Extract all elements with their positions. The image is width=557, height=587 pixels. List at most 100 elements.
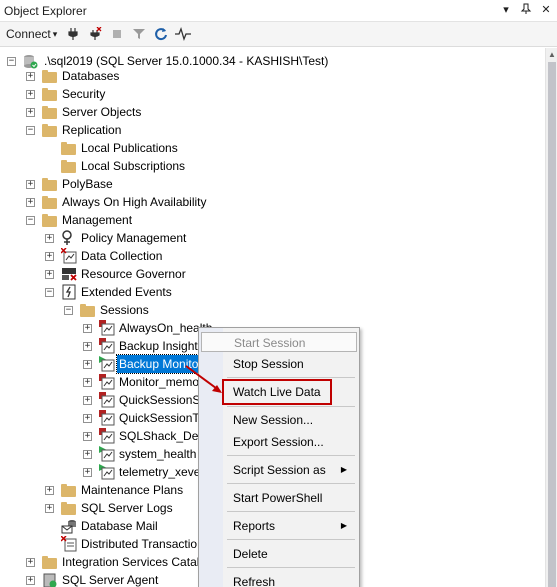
expand-toggle[interactable]: + — [45, 252, 54, 261]
tree-label: system_health — [119, 447, 197, 461]
tree-node-resource-governor[interactable]: + Resource Governor — [0, 265, 545, 283]
tree-label: Monitor_memo — [119, 375, 200, 389]
tree-node-sessions[interactable]: − Sessions — [0, 301, 545, 319]
tree-node-policy-management[interactable]: + Policy Management — [0, 229, 545, 247]
menu-item-label: Export Session... — [233, 435, 324, 449]
tree-label: SQL Server Logs — [81, 501, 173, 515]
expand-toggle[interactable]: + — [26, 180, 35, 189]
tree-label: QuickSessionT — [119, 411, 200, 425]
session-stopped-icon — [99, 428, 115, 444]
menu-item-stop-session[interactable]: Stop Session — [201, 354, 357, 374]
tree-label: Policy Management — [81, 231, 187, 245]
menu-item-reports[interactable]: Reports ▶ — [201, 516, 357, 536]
folder-icon — [42, 86, 58, 102]
menu-item-label: Start PowerShell — [233, 491, 323, 505]
refresh-icon[interactable] — [153, 26, 169, 42]
menu-item-new-session[interactable]: New Session... — [201, 410, 357, 430]
annotation-highlight-box — [222, 379, 332, 405]
expand-toggle[interactable]: + — [45, 234, 54, 243]
menu-item-start-session[interactable]: Start Session — [201, 332, 357, 352]
tree-node-always-on[interactable]: + Always On High Availability — [0, 193, 545, 211]
menu-item-script-session-as[interactable]: Script Session as ▶ — [201, 460, 357, 480]
dropdown-icon[interactable]: ▾ — [499, 3, 513, 17]
policy-icon — [61, 230, 77, 246]
panel-title: Object Explorer — [4, 3, 87, 18]
tree-node-replication[interactable]: − Replication — [0, 121, 545, 139]
session-stopped-icon — [99, 374, 115, 390]
tree-label: Integration Services Catalo — [62, 555, 207, 569]
expand-toggle[interactable]: + — [83, 414, 92, 423]
collapse-toggle[interactable]: − — [26, 126, 35, 135]
expand-toggle[interactable]: + — [26, 198, 35, 207]
menu-item-start-powershell[interactable]: Start PowerShell — [201, 488, 357, 508]
tree-node-local-subscriptions[interactable]: Local Subscriptions — [0, 157, 545, 175]
vertical-scrollbar[interactable]: ▲ — [545, 48, 557, 587]
scroll-up-icon[interactable]: ▲ — [548, 50, 556, 59]
expand-toggle[interactable]: + — [26, 576, 35, 585]
tree-node-local-publications[interactable]: Local Publications — [0, 139, 545, 157]
collapse-toggle[interactable]: − — [64, 306, 73, 315]
expand-toggle[interactable]: + — [83, 360, 92, 369]
expand-toggle[interactable]: + — [83, 468, 92, 477]
tree-node-management[interactable]: − Management — [0, 211, 545, 229]
connect-button[interactable]: Connect ▾ — [4, 25, 59, 43]
filter-icon[interactable] — [131, 26, 147, 42]
expand-toggle[interactable]: + — [83, 450, 92, 459]
expand-toggle[interactable]: + — [83, 378, 92, 387]
expand-toggle[interactable]: + — [26, 558, 35, 567]
tree-label: Databases — [62, 69, 120, 83]
object-explorer-toolbar: Connect ▾ — [0, 22, 557, 47]
folder-icon — [61, 500, 77, 516]
tree-node-security[interactable]: + Security — [0, 85, 545, 103]
folder-icon — [42, 212, 58, 228]
folder-icon — [61, 158, 77, 174]
collapse-toggle[interactable]: − — [26, 216, 35, 225]
chevron-down-icon: ▾ — [52, 28, 58, 39]
expand-toggle[interactable]: + — [45, 270, 54, 279]
menu-item-label: Reports — [233, 519, 276, 533]
menu-item-refresh[interactable]: Refresh — [201, 572, 357, 587]
menu-item-export-session[interactable]: Export Session... — [201, 432, 357, 452]
expand-toggle[interactable]: + — [45, 486, 54, 495]
folder-icon — [61, 140, 77, 156]
session-stopped-icon — [99, 320, 115, 336]
pin-icon[interactable] — [519, 3, 533, 17]
tree-label: Server Objects — [62, 105, 142, 119]
scrollbar-thumb[interactable] — [548, 62, 556, 587]
expand-toggle[interactable]: + — [83, 432, 92, 441]
tree-label: Distributed Transactio — [81, 537, 198, 551]
expand-toggle[interactable]: + — [83, 342, 92, 351]
expand-toggle[interactable]: + — [26, 108, 35, 117]
expand-toggle[interactable]: + — [83, 324, 92, 333]
folder-icon — [42, 104, 58, 120]
expand-toggle[interactable]: + — [26, 72, 35, 81]
expand-toggle[interactable]: + — [45, 504, 54, 513]
folder-icon — [80, 302, 96, 318]
collapse-toggle[interactable]: − — [45, 288, 54, 297]
stop-icon[interactable] — [109, 26, 125, 42]
menu-item-label: Refresh — [233, 575, 276, 587]
folder-icon — [42, 122, 58, 138]
activity-monitor-icon[interactable] — [175, 26, 192, 42]
expand-toggle[interactable]: + — [26, 90, 35, 99]
tree-node-extended-events[interactable]: − Extended Events — [0, 283, 545, 301]
tree-node-server-objects[interactable]: + Server Objects — [0, 103, 545, 121]
tree-node-data-collection[interactable]: + Data Collection — [0, 247, 545, 265]
tree-label: Local Publications — [81, 141, 178, 155]
tree-label: Management — [62, 213, 133, 227]
session-running-icon — [99, 446, 115, 462]
tree-node-polybase[interactable]: + PolyBase — [0, 175, 545, 193]
menu-item-label: Delete — [233, 547, 268, 561]
disconnect-icon[interactable] — [87, 26, 103, 42]
connect-plug-icon[interactable] — [65, 26, 81, 42]
close-icon[interactable]: ✕ — [539, 3, 553, 17]
tree-label: PolyBase — [62, 177, 113, 191]
tree-label: Resource Governor — [81, 267, 186, 281]
menu-item-delete[interactable]: Delete — [201, 544, 357, 564]
collapse-toggle[interactable]: − — [7, 57, 16, 66]
tree-label: Backup Insight — [119, 339, 198, 353]
submenu-arrow-icon: ▶ — [340, 465, 347, 474]
expand-toggle[interactable]: + — [83, 396, 92, 405]
tree-node-databases[interactable]: + Databases — [0, 67, 545, 85]
tree-label: Backup Monito — [115, 354, 202, 374]
